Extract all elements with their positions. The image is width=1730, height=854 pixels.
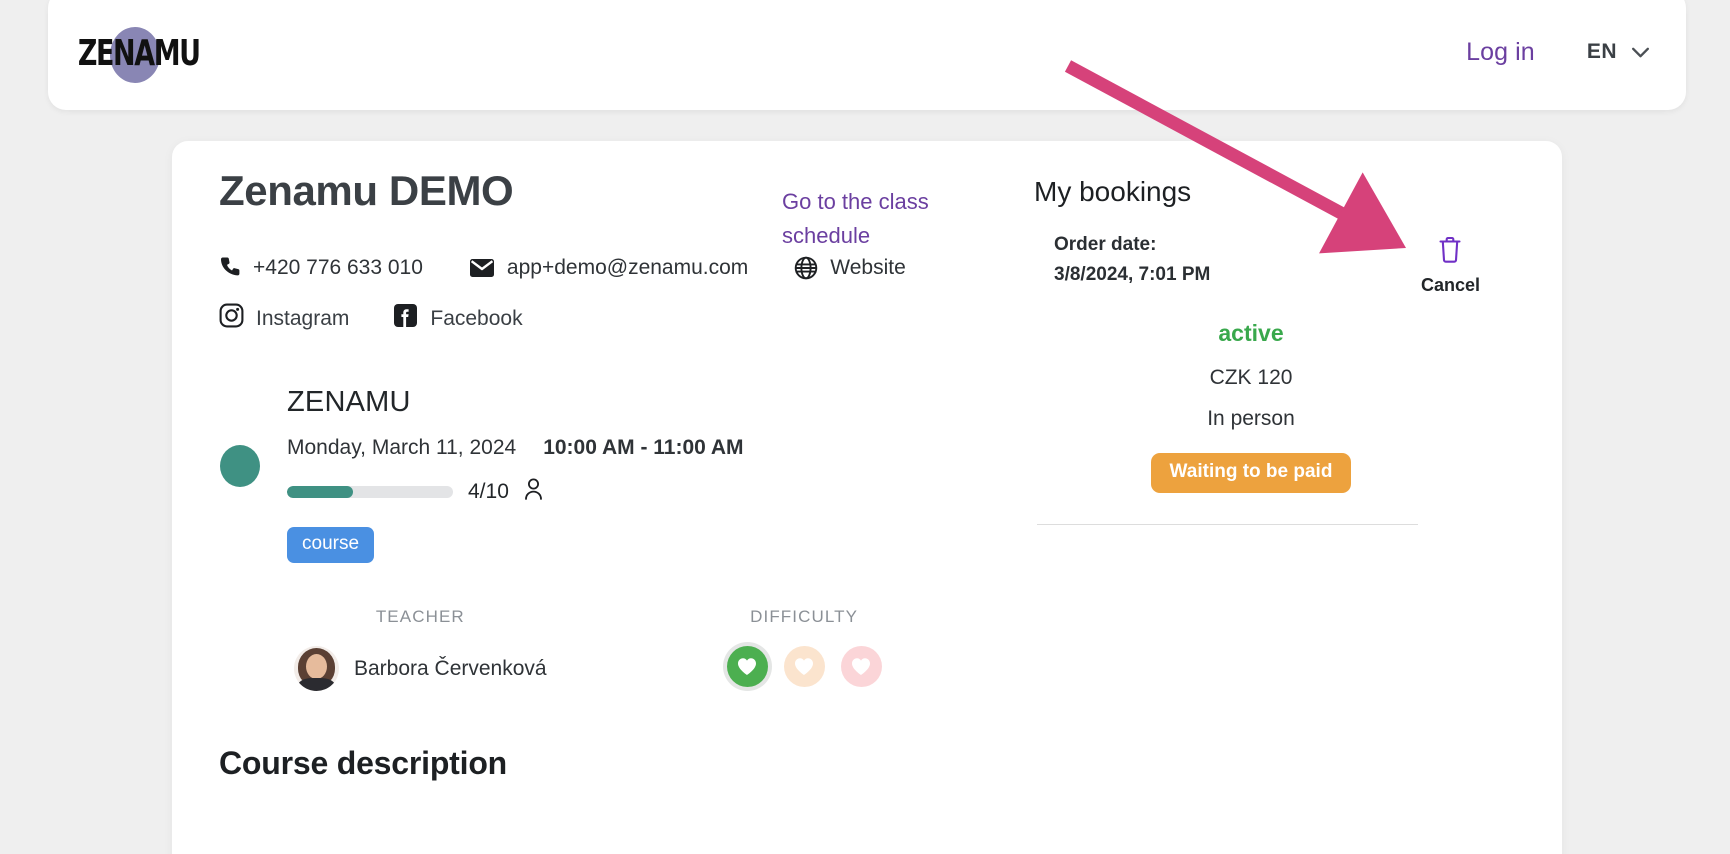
class-schedule: Monday, March 11, 2024 10:00 AM - 11:00 … xyxy=(287,436,1079,460)
avatar xyxy=(294,646,339,692)
teacher-label: TEACHER xyxy=(375,607,465,627)
difficulty-level-hard[interactable] xyxy=(840,646,882,688)
cancel-label: Cancel xyxy=(1420,275,1480,295)
language-label: EN xyxy=(1586,40,1617,63)
class-time: 10:00 AM - 11:00 AM xyxy=(543,436,744,460)
facebook-icon xyxy=(393,303,418,334)
social-instagram[interactable]: Instagram xyxy=(219,303,349,334)
difficulty-hearts xyxy=(726,646,882,688)
page-root: ZENAMU Log in EN Zenamu DEMO Go to the c… xyxy=(0,0,1730,854)
order-date-value: 3/8/2024, 7:01 PM xyxy=(1054,264,1211,286)
social-instagram-label: Instagram xyxy=(256,306,350,330)
contact-phone-label: +420 776 633 010 xyxy=(253,256,423,280)
difficulty-level-medium[interactable] xyxy=(783,646,825,688)
bookings-divider xyxy=(1037,524,1418,525)
class-color-dot xyxy=(220,445,260,488)
site-header: ZENAMU Log in EN xyxy=(48,0,1686,110)
teacher-name: Barbora Červenková xyxy=(354,656,547,680)
class-name: ZENAMU xyxy=(287,386,411,419)
avatar-body xyxy=(298,678,335,692)
chevron-down-icon xyxy=(1631,47,1650,58)
globe-icon xyxy=(794,256,818,280)
phone-icon xyxy=(219,256,241,280)
teacher-row[interactable]: Barbora Červenková xyxy=(294,646,547,692)
class-tag-badge[interactable]: course xyxy=(287,527,375,564)
studio-detail-card: Zenamu DEMO Go to the class schedule +42… xyxy=(172,141,1562,854)
course-description-heading: Course description xyxy=(219,744,508,781)
social-row: Instagram Facebook xyxy=(219,303,1079,334)
class-capacity: 4/10 xyxy=(287,478,1079,505)
cancel-booking-button[interactable]: Cancel xyxy=(1421,230,1480,296)
my-bookings-title: My bookings xyxy=(1034,176,1192,207)
teacher-block: TEACHER Barbora Červenková xyxy=(294,607,547,692)
social-facebook[interactable]: Facebook xyxy=(393,303,523,334)
capacity-text: 4/10 xyxy=(468,479,509,503)
contact-row: +420 776 633 010 app+demo@zenamu.com Web… xyxy=(219,256,1079,280)
contact-phone[interactable]: +420 776 633 010 xyxy=(219,256,423,280)
contact-email[interactable]: app+demo@zenamu.com xyxy=(469,256,748,280)
instagram-icon xyxy=(219,303,244,334)
difficulty-level-easy[interactable] xyxy=(726,646,768,688)
order-date-label: Order date: xyxy=(1054,234,1157,255)
status-badge: active xyxy=(1218,320,1284,346)
capacity-progress-fill xyxy=(287,485,354,498)
booking-order-row: Order date: 3/8/2024, 7:01 PM Cancel xyxy=(1034,230,1524,296)
booking-mode: In person xyxy=(1207,407,1295,430)
studio-info-column: Zenamu DEMO Go to the class schedule +42… xyxy=(219,167,1079,692)
person-icon xyxy=(524,478,543,505)
header-actions: Log in EN xyxy=(1466,38,1650,67)
logo-text: ZENAMU xyxy=(77,32,201,74)
contact-website-label: Website xyxy=(830,256,906,280)
language-selector[interactable]: EN xyxy=(1587,40,1650,64)
my-bookings-panel: My bookings Order date: 3/8/2024, 7:01 P… xyxy=(1034,176,1524,525)
booking-status-stack: active CZK 120 In person Waiting to be p… xyxy=(1034,320,1524,493)
class-card[interactable]: ZENAMU Monday, March 11, 2024 10:00 AM -… xyxy=(219,386,1079,564)
class-schedule-link[interactable]: Go to the class schedule xyxy=(782,185,972,254)
capacity-progress-bar xyxy=(287,485,453,498)
zenamu-logo[interactable]: ZENAMU xyxy=(76,17,236,89)
heart-icon xyxy=(738,658,757,676)
payment-status-badge: Waiting to be paid xyxy=(1150,453,1352,493)
social-facebook-label: Facebook xyxy=(430,306,523,330)
order-date-block: Order date: 3/8/2024, 7:01 PM xyxy=(1034,230,1210,291)
difficulty-label: DIFFICULTY xyxy=(750,607,859,627)
class-date: Monday, March 11, 2024 xyxy=(287,436,517,460)
heart-icon xyxy=(852,658,871,676)
login-link[interactable]: Log in xyxy=(1466,38,1535,67)
class-meta-row: TEACHER Barbora Červenková DIFFICULTY xyxy=(219,607,1079,692)
email-icon xyxy=(469,258,495,278)
trash-icon xyxy=(1438,236,1462,269)
contact-email-label: app+demo@zenamu.com xyxy=(506,256,749,280)
heart-icon xyxy=(795,658,814,676)
booking-price: CZK 120 xyxy=(1209,366,1293,389)
difficulty-block: DIFFICULTY xyxy=(726,607,882,691)
contact-website[interactable]: Website xyxy=(794,256,906,280)
